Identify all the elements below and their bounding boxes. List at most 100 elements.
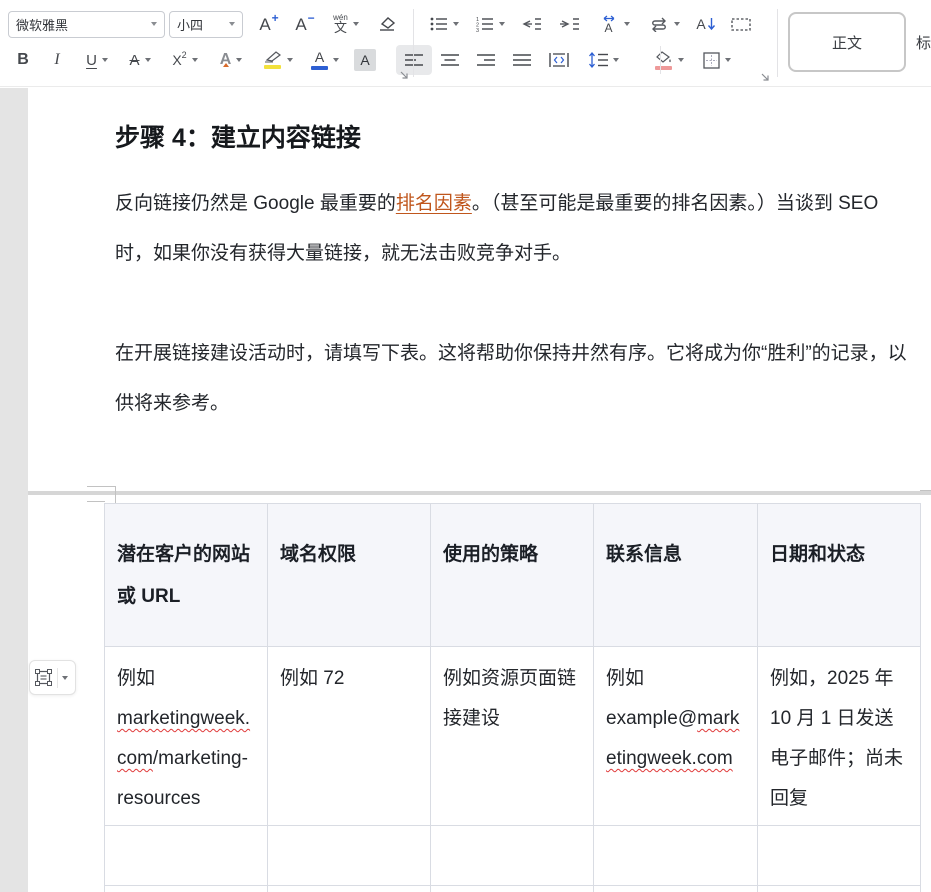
font-name-select[interactable]: 微软雅黑 bbox=[8, 11, 165, 38]
align-left-icon bbox=[405, 53, 423, 67]
justify-button[interactable] bbox=[504, 45, 540, 75]
paragraph-instructions[interactable]: 在开展链接建设活动时，请填写下表。这将帮助你保持井然有序。它将成为你“胜利”的记… bbox=[115, 329, 916, 429]
toolbar-separator bbox=[777, 9, 778, 77]
empty-cell[interactable] bbox=[594, 886, 758, 892]
highlight-button[interactable] bbox=[254, 45, 302, 75]
text-effects-icon: A bbox=[220, 51, 232, 69]
character-shading-button[interactable]: A bbox=[348, 45, 382, 75]
header-cell-website[interactable]: 潜在客户的网站或 URL bbox=[105, 504, 268, 647]
align-center-button[interactable] bbox=[432, 45, 468, 75]
numbered-list-icon: 1 2 3 bbox=[476, 16, 494, 32]
toolbar-separator bbox=[413, 9, 414, 77]
word-processor-window: 微软雅黑 小四 A+ A− wén 文 bbox=[0, 0, 931, 892]
formatting-toolbar: 微软雅黑 小四 A+ A− wén 文 bbox=[0, 0, 931, 87]
line-spacing-button[interactable] bbox=[578, 45, 628, 75]
empty-cell[interactable] bbox=[268, 886, 431, 892]
empty-cell[interactable] bbox=[758, 886, 921, 892]
font-color-button[interactable]: A bbox=[302, 45, 348, 75]
empty-cell[interactable] bbox=[431, 826, 594, 886]
header-cell-contact[interactable]: 联系信息 bbox=[594, 504, 758, 647]
text-boundary-mark bbox=[87, 501, 105, 502]
text-boundary-mark bbox=[87, 486, 115, 487]
eraser-icon bbox=[377, 15, 397, 33]
shading-button[interactable] bbox=[644, 45, 694, 75]
chevron-down-icon bbox=[453, 22, 459, 26]
character-scale-icon: A bbox=[599, 15, 619, 34]
cell-example-authority[interactable]: 例如 72 bbox=[268, 647, 431, 826]
bold-button[interactable]: B bbox=[8, 45, 38, 75]
empty-cell[interactable] bbox=[105, 886, 268, 892]
pinyin-icon: wén 文 bbox=[333, 14, 348, 34]
decrease-indent-button[interactable] bbox=[513, 9, 551, 39]
align-center-icon bbox=[441, 53, 459, 67]
borders-button[interactable] bbox=[694, 45, 740, 75]
inline-link[interactable]: 排名因素 bbox=[396, 193, 472, 214]
text-effects-button[interactable]: A bbox=[208, 45, 254, 75]
empty-cell[interactable] bbox=[594, 826, 758, 886]
chevron-down-icon bbox=[333, 58, 339, 62]
underline-button[interactable]: U bbox=[76, 45, 118, 75]
bullet-list-button[interactable] bbox=[421, 9, 467, 39]
chevron-down-icon bbox=[287, 58, 293, 62]
formatting-marks-button[interactable] bbox=[723, 9, 759, 39]
character-scale-button[interactable]: A bbox=[589, 9, 639, 39]
superscript-button[interactable]: X 2 bbox=[162, 45, 208, 75]
header-cell-date[interactable]: 日期和状态 bbox=[758, 504, 921, 647]
document-heading[interactable]: 步骤 4：建立内容链接 bbox=[115, 118, 915, 154]
align-right-icon bbox=[477, 53, 495, 67]
text-wrap-button[interactable] bbox=[639, 9, 689, 39]
empty-cell[interactable] bbox=[431, 886, 594, 892]
font-name-value: 微软雅黑 bbox=[16, 15, 151, 34]
pinyin-guide-button[interactable]: wén 文 bbox=[323, 9, 369, 39]
table-handle-icon bbox=[35, 669, 52, 686]
style-item-body[interactable]: 正文 bbox=[788, 12, 906, 72]
increase-font-button[interactable]: A+ bbox=[251, 9, 287, 39]
borders-icon bbox=[703, 52, 720, 69]
distribute-icon bbox=[549, 52, 569, 68]
table-select-control[interactable] bbox=[29, 660, 76, 695]
chevron-down-icon bbox=[145, 58, 151, 62]
increase-indent-button[interactable] bbox=[551, 9, 589, 39]
line-spacing-icon bbox=[588, 52, 608, 68]
cell-example-tactic[interactable]: 例如资源页面链接建设 bbox=[431, 647, 594, 826]
clear-format-button[interactable] bbox=[369, 9, 405, 39]
text-boundary-mark bbox=[920, 490, 931, 491]
indent-icon bbox=[560, 17, 580, 31]
justify-icon bbox=[513, 53, 531, 67]
paragraph-backlinks[interactable]: 反向链接仍然是 Google 最重要的排名因素。（甚至可能是最重要的排名因素。）… bbox=[115, 179, 916, 279]
chevron-down-icon bbox=[499, 22, 505, 26]
empty-cell[interactable] bbox=[758, 826, 921, 886]
italic-button[interactable]: I bbox=[42, 45, 72, 75]
arrow-down-icon bbox=[707, 17, 716, 31]
chevron-down-icon bbox=[725, 58, 731, 62]
toolbar-separator bbox=[660, 46, 661, 74]
text-run: 例如 bbox=[117, 668, 155, 689]
cell-example-date[interactable]: 例如，2025 年 10 月 1 日发送电子邮件；尚未回复 bbox=[758, 647, 921, 826]
empty-cell[interactable] bbox=[105, 826, 268, 886]
font-color-icon: A bbox=[311, 50, 328, 70]
cell-example-contact[interactable]: 例如 example@marketingweek.com bbox=[594, 647, 758, 826]
dialog-launcher-icon[interactable] bbox=[399, 70, 409, 80]
distribute-button[interactable] bbox=[540, 45, 578, 75]
empty-cell[interactable] bbox=[268, 826, 431, 886]
wrap-icon bbox=[649, 17, 669, 32]
decrease-font-button[interactable]: A− bbox=[287, 9, 323, 39]
link-building-table: 潜在客户的网站或 URL 域名权限 使用的策略 联系信息 日期和状态 例如 ma… bbox=[104, 503, 921, 892]
dialog-launcher-icon[interactable] bbox=[760, 72, 770, 82]
font-size-select[interactable]: 小四 bbox=[169, 11, 243, 38]
header-cell-authority[interactable]: 域名权限 bbox=[268, 504, 431, 647]
header-cell-tactic[interactable]: 使用的策略 bbox=[431, 504, 594, 647]
page-break-line bbox=[28, 491, 931, 495]
svg-text:3: 3 bbox=[476, 28, 479, 32]
chevron-down-icon bbox=[229, 22, 235, 26]
outdent-icon bbox=[522, 17, 542, 31]
chevron-down-icon bbox=[192, 58, 198, 62]
style-item-heading1[interactable]: 标题 1 bbox=[916, 12, 931, 72]
cell-example-website[interactable]: 例如 marketingweek.com/marketing-resources bbox=[105, 647, 268, 826]
chevron-down-icon bbox=[151, 22, 157, 26]
sort-button[interactable]: A bbox=[689, 9, 723, 39]
align-right-button[interactable] bbox=[468, 45, 504, 75]
strikethrough-button[interactable]: A bbox=[118, 45, 162, 75]
numbered-list-button[interactable]: 1 2 3 bbox=[467, 9, 513, 39]
text-run: 例如 example@ bbox=[606, 668, 697, 729]
